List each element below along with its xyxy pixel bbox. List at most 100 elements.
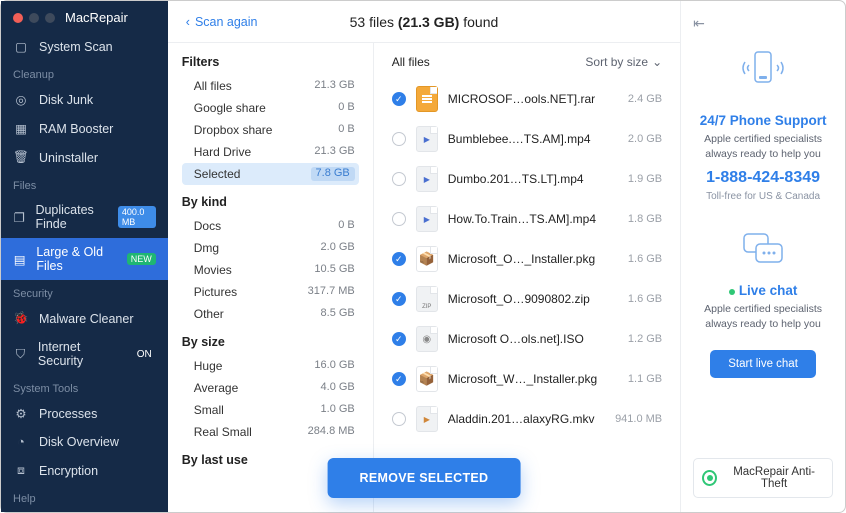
sidebar-item-system-scan[interactable]: ▢ System Scan	[1, 32, 168, 61]
file-checkbox[interactable]	[392, 252, 406, 266]
iso-file-icon	[416, 326, 438, 352]
file-checkbox[interactable]	[392, 212, 406, 226]
filter-title-kind: By kind	[182, 195, 359, 209]
mp4-file-icon	[416, 206, 438, 232]
file-row[interactable]: Microsoft_W…_Installer.pkg1.1 GB	[384, 359, 670, 399]
file-checkbox[interactable]	[392, 292, 406, 306]
filter-value: 7.8 GB	[311, 167, 355, 181]
filter-title-filters: Filters	[182, 55, 359, 69]
sidebar-item-disk-overview[interactable]: ◔ Disk Overview	[1, 428, 168, 456]
sidebar-item-label: Malware Cleaner	[39, 312, 133, 326]
file-row[interactable]: Aladdin.201…alaxyRG.mkv941.0 MB	[384, 399, 670, 439]
file-row[interactable]: Dumbo.201…TS.LT].mp4 1.9 GB	[384, 159, 670, 199]
file-size: 1.8 GB	[607, 213, 662, 225]
badge-new: NEW	[127, 253, 156, 265]
section-help: Help	[1, 485, 168, 509]
filter-movies[interactable]: Movies 10.5 GB	[182, 259, 359, 281]
file-row[interactable]: MICROSOF…ools.NET].rar2.4 GB	[384, 79, 670, 119]
status-on: ON	[133, 348, 156, 361]
section-system-tools: System Tools	[1, 375, 168, 399]
file-size: 1.1 GB	[607, 373, 662, 385]
panel-toggle-icon[interactable]: ⇤	[693, 15, 705, 32]
filter-huge[interactable]: Huge16.0 GB	[182, 355, 359, 377]
minimize-icon[interactable]	[29, 13, 39, 23]
anti-theft-card[interactable]: MacRepair Anti-Theft	[693, 458, 833, 498]
file-row[interactable]: How.To.Train…TS.AM].mp41.8 GB	[384, 199, 670, 239]
start-live-chat-button[interactable]: Start live chat	[710, 350, 816, 378]
filter-label: Small	[194, 403, 224, 417]
file-checkbox[interactable]	[392, 132, 406, 146]
sidebar-item-encryption[interactable]: ⧈ Encryption	[1, 456, 168, 485]
sidebar-item-uninstaller[interactable]: 🗑 Uninstaller	[1, 143, 168, 172]
file-name: Dumbo.201…TS.LT].mp4	[448, 172, 597, 186]
phone-support-title: 24/7 Phone Support	[700, 113, 827, 128]
filter-google-share[interactable]: Google share0 B	[182, 97, 359, 119]
filter-other[interactable]: Other8.5 GB	[182, 303, 359, 325]
filter-dropbox-share[interactable]: Dropbox share0 B	[182, 119, 359, 141]
filter-pictures[interactable]: Pictures317.7 MB	[182, 281, 359, 303]
rar-file-icon	[416, 86, 438, 112]
filters-panel: Filters All files21.3 GB Google share0 B…	[168, 43, 374, 512]
remove-selected-button[interactable]: REMOVE SELECTED	[328, 458, 521, 498]
sidebar-item-label: Duplicates Finde	[35, 203, 107, 231]
zip-file-icon	[416, 286, 438, 312]
scan-again-link[interactable]: ‹ Scan again	[186, 15, 258, 29]
file-row[interactable]: Bumblebee.…TS.AM].mp42.0 GB	[384, 119, 670, 159]
filter-label: Dmg	[194, 241, 219, 255]
duplicates-icon: ❐	[13, 210, 25, 225]
filter-selected[interactable]: Selected7.8 GB	[182, 163, 359, 185]
scan-again-label: Scan again	[195, 15, 258, 29]
file-row[interactable]: Microsoft_O…_Installer.pkg1.6 GB	[384, 239, 670, 279]
file-row[interactable]: Microsoft O…ols.net].ISO1.2 GB	[384, 319, 670, 359]
title-count: 53 files	[350, 14, 398, 30]
filter-label: Hard Drive	[194, 145, 251, 159]
live-chat-label: Live chat	[739, 283, 798, 298]
traffic-lights	[13, 13, 55, 23]
file-checkbox[interactable]	[392, 332, 406, 346]
filter-value: 10.5 GB	[314, 263, 354, 277]
sidebar-item-label: Disk Overview	[39, 435, 119, 449]
sort-label: Sort by size	[585, 55, 648, 69]
file-row[interactable]: Microsoft_O…9090802.zip1.6 GB	[384, 279, 670, 319]
filter-docs[interactable]: Docs0 B	[182, 215, 359, 237]
sidebar-item-duplicates[interactable]: ❐ Duplicates Finde 400.0 MB	[1, 196, 168, 238]
disk-icon: ◎	[13, 92, 29, 107]
filter-all-files[interactable]: All files21.3 GB	[182, 75, 359, 97]
filter-small[interactable]: Small1.0 GB	[182, 399, 359, 421]
sidebar-item-processes[interactable]: ⚙ Processes	[1, 399, 168, 428]
phone-number[interactable]: 1-888-424-8349	[706, 169, 820, 187]
sidebar-item-label: RAM Booster	[39, 122, 113, 136]
support-panel: ⇤ 24/7 Phone Support Apple certified spe…	[680, 1, 845, 512]
filter-title-size: By size	[182, 335, 359, 349]
filter-hard-drive[interactable]: Hard Drive21.3 GB	[182, 141, 359, 163]
filter-real-small[interactable]: Real Small284.8 MB	[182, 421, 359, 443]
maximize-icon[interactable]	[45, 13, 55, 23]
sidebar-item-malware[interactable]: 🐞 Malware Cleaner	[1, 304, 168, 333]
chat-illustration-icon	[738, 230, 788, 273]
close-icon[interactable]	[13, 13, 23, 23]
filter-label: Docs	[194, 219, 221, 233]
sidebar-item-label: Uninstaller	[39, 151, 98, 165]
file-checkbox[interactable]	[392, 372, 406, 386]
filter-dmg[interactable]: Dmg2.0 GB	[182, 237, 359, 259]
sidebar-item-disk-junk[interactable]: ◎ Disk Junk	[1, 85, 168, 114]
titlebar: MacRepair	[1, 1, 168, 32]
file-checkbox[interactable]	[392, 172, 406, 186]
sort-dropdown[interactable]: Sort by size ⌄	[585, 55, 662, 69]
file-size: 1.9 GB	[607, 173, 662, 185]
file-size: 2.0 GB	[607, 133, 662, 145]
sidebar-item-large-old[interactable]: ▤ Large & Old Files NEW	[1, 238, 168, 280]
sidebar-item-ram-booster[interactable]: ▦ RAM Booster	[1, 114, 168, 143]
file-checkbox[interactable]	[392, 92, 406, 106]
filter-average[interactable]: Average4.0 GB	[182, 377, 359, 399]
filter-label: Movies	[194, 263, 232, 277]
sidebar-item-internet-security[interactable]: ⛉ Internet Security ON	[1, 333, 168, 375]
sidebar-item-live-chat[interactable]: 💬 Live Chat	[1, 509, 168, 512]
filter-value: 284.8 MB	[308, 425, 355, 439]
file-checkbox[interactable]	[392, 412, 406, 426]
section-cleanup: Cleanup	[1, 61, 168, 85]
lock-icon: ⧈	[13, 463, 29, 478]
mp4-file-icon	[416, 126, 438, 152]
live-dot-icon	[729, 289, 735, 295]
live-chat-title: Live chat	[729, 283, 798, 298]
